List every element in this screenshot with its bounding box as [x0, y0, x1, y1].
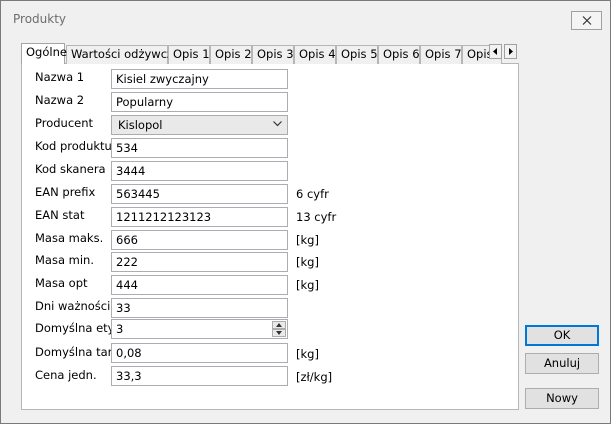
window-title: Produkty [13, 12, 67, 26]
kod-produktu-label: Kod produktu [35, 139, 112, 153]
cena-jedn-input[interactable]: 33,3 [111, 366, 288, 386]
domyslna-tara-label: Domyślna tara [35, 345, 120, 359]
dni-waznosci-label: Dni ważności [35, 299, 111, 313]
nazwa2-input[interactable]: Popularny [111, 92, 288, 112]
kod-skanera-input[interactable]: 3444 [111, 161, 288, 181]
ean-prefix-input[interactable]: 563445 [111, 184, 288, 204]
arrow-left-icon [493, 48, 497, 55]
cena-jedn-unit: [zł/kg] [296, 370, 333, 384]
ean-prefix-label: EAN prefix [35, 185, 96, 199]
masa-opt-label: Masa opt [35, 276, 88, 290]
title-bar: Produkty [1, 1, 610, 38]
tab-ogolne[interactable]: Ogólne [21, 43, 67, 64]
masa-min-unit: [kg] [296, 255, 319, 269]
ean-prefix-hint: 6 cyfr [296, 187, 329, 201]
ok-button[interactable]: OK [525, 325, 599, 346]
arrow-down-icon [276, 331, 282, 335]
produkty-dialog: Produkty Ogólne Wartości odżywcze Opis 1… [0, 0, 611, 424]
kod-skanera-label: Kod skanera [35, 162, 106, 176]
tab-strip: Ogólne Wartości odżywcze Opis 1 Opis 2 O… [21, 43, 519, 64]
stepper-buttons [272, 321, 286, 337]
arrow-up-icon [276, 323, 282, 327]
masa-maks-label: Masa maks. [35, 231, 104, 245]
domyslna-etyk-value: 3 [116, 322, 124, 336]
tab-opis-5[interactable]: Opis 5 [336, 45, 378, 64]
tab-opis-2[interactable]: Opis 2 [210, 45, 252, 64]
nazwa1-input[interactable]: Kisiel zwyczajny [111, 69, 288, 89]
stepper-up-button[interactable] [272, 321, 286, 329]
masa-min-input[interactable]: 222 [111, 252, 288, 272]
masa-maks-unit: [kg] [296, 233, 319, 247]
ean-stat-input[interactable]: 1211212123123 [111, 207, 288, 227]
domyslna-etyk-stepper[interactable]: 3 [111, 319, 288, 339]
domyslna-tara-input[interactable]: 0,08 [111, 343, 288, 363]
dni-waznosci-input[interactable]: 33 [111, 298, 288, 318]
producent-label: Producent [35, 116, 94, 130]
domyslna-tara-unit: [kg] [296, 347, 319, 361]
masa-maks-input[interactable]: 666 [111, 230, 288, 250]
kod-produktu-input[interactable]: 534 [111, 138, 288, 158]
ean-stat-label: EAN stat [35, 208, 85, 222]
tab-opis-4[interactable]: Opis 4 [294, 45, 336, 64]
masa-opt-input[interactable]: 444 [111, 275, 288, 295]
nowy-button[interactable]: Nowy [525, 388, 599, 409]
stepper-down-button[interactable] [272, 329, 286, 337]
tab-scroll-left-button[interactable] [489, 44, 502, 59]
close-button[interactable] [571, 11, 602, 30]
cena-jedn-label: Cena jedn. [35, 368, 97, 382]
producent-selected-value: Kislopol [118, 118, 163, 132]
tab-opis-6[interactable]: Opis 6 [378, 45, 420, 64]
ean-stat-hint: 13 cyfr [296, 210, 337, 224]
tab-opis-1[interactable]: Opis 1 [168, 45, 210, 64]
tab-opis-7[interactable]: Opis 7 [420, 45, 462, 64]
close-icon [582, 16, 591, 25]
nazwa1-label: Nazwa 1 [35, 70, 85, 84]
tab-opis-3[interactable]: Opis 3 [252, 45, 294, 64]
nazwa2-label: Nazwa 2 [35, 93, 85, 107]
masa-opt-unit: [kg] [296, 278, 319, 292]
anuluj-button[interactable]: Anuluj [525, 353, 599, 374]
chevron-down-icon [273, 121, 282, 127]
tab-scroll-right-button[interactable] [504, 44, 517, 59]
masa-min-label: Masa min. [35, 253, 95, 267]
producent-select[interactable]: Kislopol [111, 115, 288, 135]
tab-wartosci-odzywcze[interactable]: Wartości odżywcze [66, 45, 180, 64]
arrow-right-icon [509, 48, 513, 55]
